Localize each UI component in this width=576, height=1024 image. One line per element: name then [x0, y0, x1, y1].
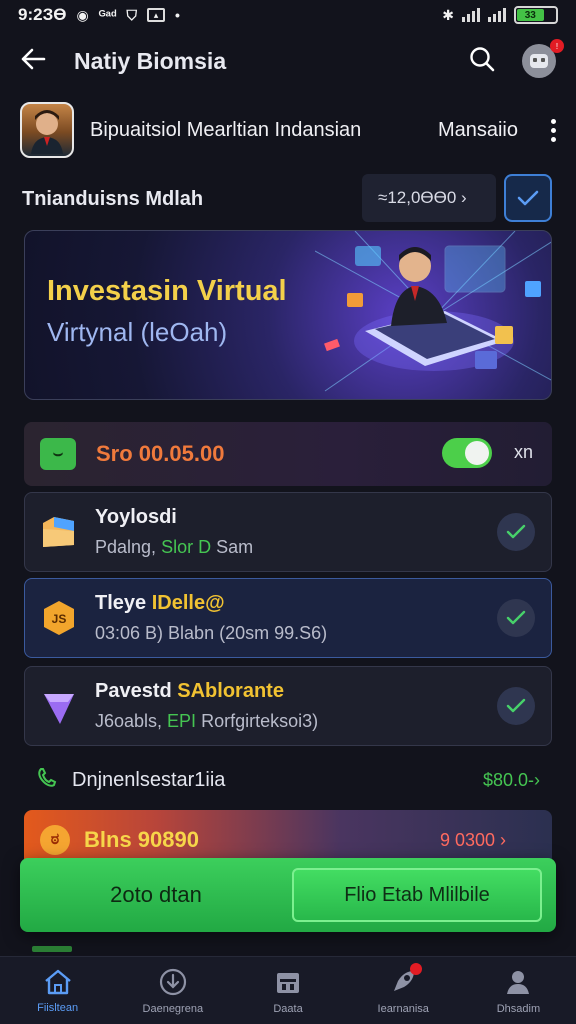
check-icon[interactable]: [497, 513, 535, 551]
angry-face-icon: ಠ: [40, 825, 70, 855]
option-card-subtitle: 03:06 B) Blabn (20sm 99.S6): [95, 623, 328, 643]
cta-primary-button[interactable]: Flio Etab Mlilbile: [292, 868, 542, 922]
signal-icon-2: [488, 8, 506, 22]
cta-button-label: Flio Etab Mlilbile: [344, 883, 490, 906]
balance-label: Tnianduisns Mdlah: [22, 187, 204, 210]
cta-left-label[interactable]: 2oto dtan: [20, 882, 292, 908]
home-icon: [44, 969, 71, 994]
transaction-label: Dnjnenlsestar1iia: [72, 768, 226, 791]
confirm-checkbox[interactable]: [504, 174, 552, 222]
option-card-subtitle-b: EPI: [167, 711, 197, 731]
check-icon[interactable]: [497, 687, 535, 725]
search-icon[interactable]: [468, 45, 496, 78]
alert-amount: 9 0300 ›: [439, 829, 506, 850]
option-card-3[interactable]: Pavestd SAblorante J6oabls, EPI Rorfgirt…: [24, 666, 552, 746]
calendar-icon: [277, 972, 299, 993]
option-card-title-a: Tleye: [95, 592, 152, 614]
more-dot-icon: •: [174, 7, 180, 23]
profile-avatar: [20, 102, 74, 158]
battery-icon: 33: [514, 6, 558, 24]
balance-row: Tnianduisns Mdlah ≈12,0ӨӨ0 ›: [0, 174, 576, 224]
toggle-knob: [465, 441, 489, 465]
nav-label: Daenegrena: [142, 1002, 204, 1015]
nav-item-profile[interactable]: Dhsadim: [461, 957, 576, 1024]
compass-icon: [159, 968, 186, 995]
more-options-icon[interactable]: [546, 118, 560, 142]
coin-badge-icon: JS: [39, 598, 79, 638]
partial-row: [32, 946, 232, 956]
transaction-row[interactable]: Dnjnenlsestar1iia $80.0-›: [36, 760, 540, 800]
option-card-title-b: SAblorante: [177, 680, 284, 702]
phone-icon: [36, 767, 58, 794]
notification-badge: !: [550, 39, 564, 53]
shopping-bag-icon: ⌣: [40, 438, 76, 470]
account-avatar-button[interactable]: !: [522, 39, 564, 78]
alert-label: Blns 90890: [84, 827, 199, 852]
option-card-subtitle-a: Pdalng,: [95, 537, 162, 557]
balance-amount: ≈12,0ӨӨ0 ›: [378, 188, 467, 207]
option-card-subtitle-c: Sam: [211, 537, 254, 557]
option-card-title-b: IDelle@: [151, 592, 225, 614]
banner-title: Investasin Virtual: [47, 275, 287, 307]
option-card-2[interactable]: JS Tleye IDelle@ 03:06 B) Blabn (20sm 99…: [24, 578, 552, 658]
robot-icon: [530, 54, 548, 68]
option-card-subtitle-b: Slor D: [161, 537, 212, 557]
status-bar: 9:2ЗӨ ◉ ᴳᵃᵈ ⛉ ▴ • ✱ 33: [0, 0, 576, 30]
banner-subtitle: Virtynal (leOah): [47, 317, 228, 347]
back-arrow-icon[interactable]: [20, 48, 46, 75]
nav-label: Fiisltean: [37, 1001, 79, 1014]
check-icon[interactable]: [497, 599, 535, 637]
transaction-amount: $80.0-›: [482, 769, 540, 790]
profile-row[interactable]: Bipuaitsiol Mearltian Indansian Mansaiio: [20, 100, 560, 160]
nav-item-learn[interactable]: Iearnanisa: [346, 957, 461, 1024]
promo-banner[interactable]: Investasin Virtual Virtynal (leOah): [24, 230, 552, 400]
profile-secondary[interactable]: Mansaiio: [438, 119, 518, 142]
nav-badge: [409, 963, 422, 975]
notification-icon: ᴳᵃᵈ: [98, 7, 117, 23]
option-card-subtitle-a: J6oabls,: [95, 711, 168, 731]
balance-amount-field[interactable]: ≈12,0ӨӨ0 ›: [362, 174, 496, 222]
promo-row: ⌣ Sro 00.05.00 xn: [24, 422, 552, 486]
option-card-subtitle-c: Rorfgirteksoi3): [196, 711, 319, 731]
nav-label: Dhsadim: [496, 1002, 541, 1015]
nav-item-data[interactable]: Daata: [230, 957, 345, 1024]
profile-name: Bipuaitsiol Mearltian Indansian: [90, 118, 362, 141]
option-card-title: Yoylosdi: [95, 506, 177, 528]
promo-toggle[interactable]: [442, 438, 492, 468]
promo-amount: Sro 00.05.00: [96, 441, 225, 466]
nav-item-explore[interactable]: Daenegrena: [115, 957, 230, 1024]
check-icon: [517, 190, 539, 206]
image-icon: ▴: [146, 8, 165, 22]
folder-icon: [39, 512, 79, 552]
nav-item-home[interactable]: Fiisltean: [0, 957, 115, 1024]
shield-icon: ⛉: [126, 6, 137, 23]
cta-bar: 2oto dtan Flio Etab Mlilbile: [20, 858, 556, 932]
bluetooth-icon: ✱: [442, 6, 454, 23]
promo-suffix: xn: [514, 442, 534, 462]
signal-icon: [462, 8, 480, 22]
user-icon: [507, 970, 530, 994]
investor-illustration: [315, 231, 551, 392]
svg-text:JS: JS: [52, 612, 67, 626]
app-bar: Natiy Biomsia !: [0, 34, 576, 88]
status-time: 9:2ЗӨ: [18, 5, 67, 24]
option-card-1[interactable]: Yoylosdi Pdalng, Slor D Sam: [24, 492, 552, 572]
option-card-title-a: Pavestd: [95, 680, 178, 702]
battery-level: 33: [524, 9, 536, 21]
target-icon: ◉: [76, 6, 89, 23]
nav-label: Iearnanisa: [377, 1002, 429, 1015]
bottom-nav: Fiisltean Daenegrena Daata Iearnanisa Dh…: [0, 956, 576, 1024]
gem-icon: [39, 686, 79, 726]
nav-label: Daata: [273, 1002, 303, 1015]
page-title: Natiy Biomsia: [74, 47, 227, 74]
